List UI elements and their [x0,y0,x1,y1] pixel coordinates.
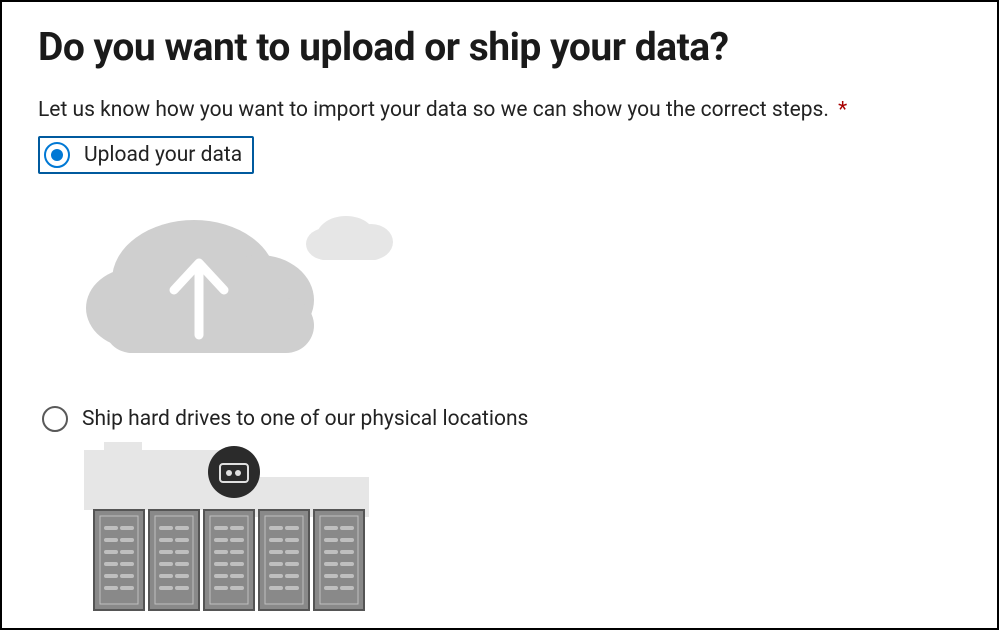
radio-ship[interactable] [42,406,68,432]
page-title: Do you want to upload or ship your data? [38,24,961,70]
option-ship[interactable]: Ship hard drives to one of our physical … [38,402,538,436]
dialog-root: Do you want to upload or ship your data?… [0,0,999,630]
option-ship-label: Ship hard drives to one of our physical … [82,407,528,431]
option-upload-label: Upload your data [84,143,242,167]
cloud-upload-illustration [74,180,961,374]
server-rack-icon [74,442,384,622]
required-indicator: * [838,98,847,122]
radio-upload[interactable] [44,142,70,168]
option-upload[interactable]: Upload your data [38,136,254,174]
subtitle-text: Let us know how you want to import your … [38,98,829,122]
cloud-upload-icon [74,180,404,370]
datacenter-illustration [74,442,961,626]
subtitle-row: Let us know how you want to import your … [38,98,961,122]
